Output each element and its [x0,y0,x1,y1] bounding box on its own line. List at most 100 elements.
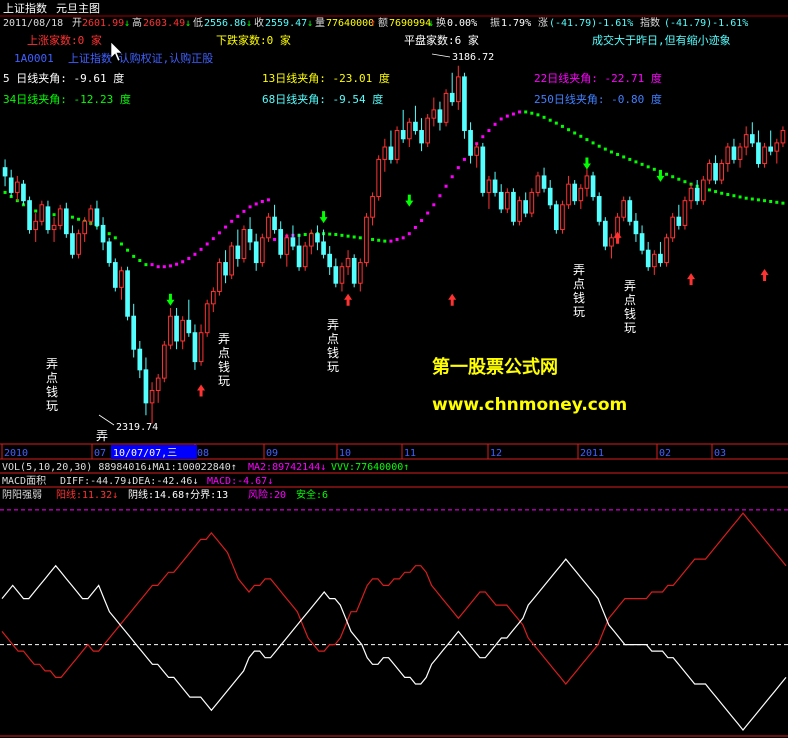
ma-dot [628,157,632,161]
ma-dot [162,265,166,269]
candle-body [400,130,406,140]
ma-dot [377,238,381,242]
ma-dot [199,247,203,251]
annotation-label: 弄点钱玩 [624,279,636,335]
annotation-label: 弄点钱玩 [218,332,230,388]
candle-body [382,146,388,160]
ma-dot [401,236,405,240]
candle-body [247,229,253,243]
yinyang-risk: 风险:20 [248,488,286,501]
ma-dot [230,219,234,223]
candle-body [253,241,259,264]
sell-arrow-down-icon [656,169,665,182]
chart-canvas: 上证指数 元旦主图 2011/08/18 开 2601.99 ↓ 高 2603.… [0,1,788,737]
candle-body [284,237,290,255]
candle-body [743,134,749,148]
open-arrow-down-icon: ↓ [124,18,130,29]
angle-34d: 34日线夹角: -12.23 度 [3,92,131,106]
ma-dot [573,131,577,135]
candle-body [57,208,63,226]
candle-body [437,109,443,123]
candle-body [443,92,449,123]
cursor-char-label: 弄 [96,429,108,443]
ma-dot [499,117,503,121]
candle-body [553,204,559,231]
rise-count: 上涨家数:0 家 [27,33,102,47]
ma-dot [744,196,748,200]
candle-body [235,245,241,259]
sell-arrow-down-icon [166,293,175,306]
ma-dot [156,265,160,269]
ma-dot [542,115,546,119]
ma-dot [567,128,571,132]
change-value: (-41.79)-1.61% [549,18,633,29]
candle-body [529,191,535,214]
candle-body [204,303,210,334]
high-label: 高 [132,16,142,29]
low-arrow-down-icon: ↓ [246,18,252,29]
candle-body [566,183,571,206]
candle-body [590,175,596,198]
ma-dot [107,232,111,236]
chart-subtitle: 元旦主图 [56,2,100,15]
candle-body [315,233,320,243]
candle-body [119,270,124,288]
amplitude-label: 振 [490,16,500,29]
ma-dot [211,237,215,241]
candle-body [217,262,222,292]
time-label: 08 [197,448,209,459]
ma-dot [781,201,785,205]
ma-dot [511,112,515,116]
trough-leader-line [98,414,115,426]
ma-dot [481,135,485,139]
amount-value: 7690994 [389,18,431,29]
peak-leader-line [431,53,451,58]
ma-dot [407,232,411,236]
candle-body [707,163,712,181]
candle-body [302,245,308,268]
candle-body [504,191,510,210]
candle-body [541,175,547,189]
ma-dot [714,190,718,194]
ma-dot [646,165,650,169]
ma-dot [665,172,669,176]
ma-dot [273,237,277,241]
candle-body [749,134,755,144]
candle-body [584,175,590,189]
ma-dot [236,214,240,218]
buy-arrow-up-icon [760,268,769,281]
low-value: 2556.86 [204,18,246,29]
candle-body [517,200,522,222]
ma-dot [677,177,681,181]
ma-dot [144,263,148,267]
candle-body [688,187,694,202]
candle-body [174,315,179,342]
open-value: 2601.99 [82,18,124,29]
ma-dot [217,231,221,235]
angle-22d: 22日线夹角: -22.71 度 [534,71,662,85]
ma-dot [113,236,117,240]
time-axis: 2010 07 08 09 10 11 12 2011 02 03 [1,444,726,459]
ma-dot [763,199,767,203]
candle-body [8,177,14,193]
candle-body [492,179,498,193]
candle-body [645,249,651,268]
candle-body [39,204,45,222]
candle-body [229,245,235,276]
ma-dot [70,215,74,219]
ma-dot [3,190,7,194]
candle-body [21,183,26,202]
turnover-value: 0.00% [447,18,477,29]
candle-body [143,369,149,404]
time-label: 12 [490,448,502,459]
ma-dot [175,262,179,266]
ma-dot [603,147,607,151]
candle-body [762,146,767,165]
candle-body [523,200,529,214]
ma-dot [444,184,448,188]
buy-arrow-up-icon [613,231,622,244]
ma-dot [750,197,754,201]
candle-body [327,253,333,268]
ma-dot [524,110,528,114]
ma-dot [591,141,595,145]
